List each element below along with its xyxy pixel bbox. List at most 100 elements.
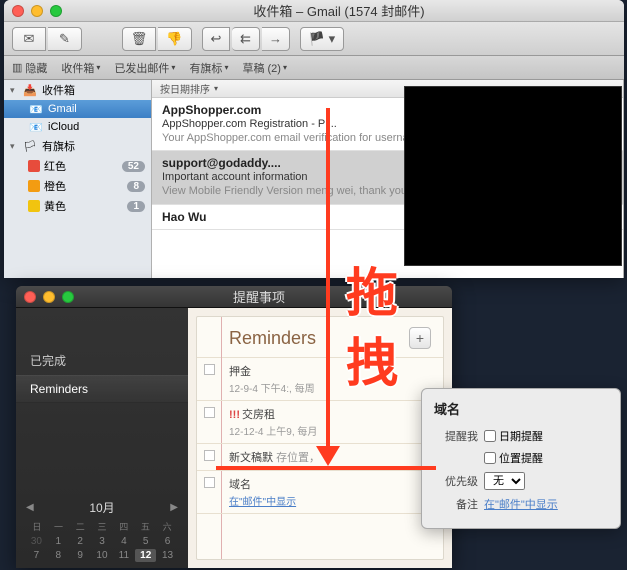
reminder-checkbox[interactable] <box>204 477 215 488</box>
disclosure-icon: ▾ <box>10 85 18 96</box>
flag-red-icon <box>28 160 40 172</box>
list-title: Reminders <box>229 328 316 349</box>
fav-sent[interactable]: 已发出邮件▾ <box>114 60 175 76</box>
sidebar-inbox[interactable]: ▾ 📥 收件箱 <box>4 80 151 100</box>
reminder-title: 域名 <box>229 476 433 492</box>
close-button[interactable] <box>12 5 24 17</box>
sidebar-label: 有旗标 <box>42 138 145 154</box>
weekday-row: 日一二三四五六 <box>26 520 178 533</box>
reply-button[interactable]: ↩ <box>202 27 230 51</box>
sidebar-flag-orange[interactable]: 橙色 8 <box>4 176 151 196</box>
close-button[interactable] <box>24 291 36 303</box>
sidebar-flag-yellow[interactable]: 黄色 1 <box>4 196 151 216</box>
reminder-item[interactable]: !!!交房租 12-12-4 上午9, 每月 <box>197 401 443 444</box>
zoom-button[interactable] <box>62 291 74 303</box>
reminder-detail-popover: 域名 提醒我 日期提醒 位置提醒 优先级 无 备注 在"邮件"中显示 <box>421 388 621 529</box>
popover-title: 域名 <box>434 399 608 418</box>
flag-button[interactable]: 🏴 ▾ <box>300 27 344 51</box>
archive-button[interactable]: 🗑 <box>122 27 156 51</box>
reminders-sidebar: 已完成 Reminders ◀ 10月 ▶ 日一二三四五六 30123456 7… <box>16 308 188 568</box>
reminder-meta: 12-12-4 上午9, 每月 <box>229 423 433 438</box>
minimize-button[interactable] <box>31 5 43 17</box>
flag-icon: 🏳 <box>22 139 38 153</box>
reminders-window: 提醒事项 已完成 Reminders ◀ 10月 ▶ 日一二三四五六 30123… <box>16 286 452 568</box>
chevron-down-icon: ▾ <box>283 63 287 72</box>
hide-icon: ▥ <box>12 61 22 74</box>
reminder-item[interactable]: 新文稿默 存位置， <box>197 444 443 471</box>
mail-window: 收件箱 – Gmail (1574 封邮件) ✉ ✎ 🗑 👎 ↩ ⇇ → 🏴 ▾… <box>4 0 624 278</box>
reminder-title: 新文稿默 存位置， <box>229 449 433 465</box>
next-month-button[interactable]: ▶ <box>170 502 178 513</box>
prev-month-button[interactable]: ◀ <box>26 502 34 513</box>
priority-label: 优先级 <box>434 473 478 489</box>
sort-label: 按日期排序 <box>160 81 210 96</box>
hide-sidebar-button[interactable]: ▥ 隐藏 <box>12 60 47 76</box>
reminders-content: Reminders + 押金 12-9-4 下午4:, 每周 !!!交房租 12… <box>188 308 452 568</box>
chevron-down-icon: ▾ <box>171 63 175 72</box>
list-completed[interactable]: 已完成 <box>16 346 188 375</box>
reminder-checkbox[interactable] <box>204 450 215 461</box>
priority-indicator: !!! <box>229 409 240 421</box>
add-reminder-button[interactable]: + <box>409 327 431 349</box>
calendar-month: 10月 <box>89 499 114 516</box>
sidebar-icloud[interactable]: 📧 iCloud <box>4 118 151 136</box>
sidebar-label: 黄色 <box>44 198 123 214</box>
reminder-title: 押金 <box>229 363 433 379</box>
chevron-down-icon: ▾ <box>214 84 218 93</box>
inbox-icon: 📥 <box>22 83 38 97</box>
sidebar-label: Gmail <box>48 103 145 115</box>
count-badge: 8 <box>127 181 145 192</box>
titlebar: 提醒事项 <box>16 286 452 308</box>
reminder-checkbox[interactable] <box>204 364 215 375</box>
sidebar-flag-red[interactable]: 红色 52 <box>4 156 151 176</box>
reminder-checkbox[interactable] <box>204 407 215 418</box>
mailbox-sidebar: ▾ 📥 收件箱 📧 Gmail 📧 iCloud ▾ 🏳 有旗标 红色 52 <box>4 80 152 278</box>
chevron-down-icon: ▾ <box>96 63 100 72</box>
location-remind-checkbox[interactable]: 位置提醒 <box>484 450 543 466</box>
mailbox-icon: 📧 <box>28 120 44 134</box>
reminders-paper: Reminders + 押金 12-9-4 下午4:, 每周 !!!交房租 12… <box>196 316 444 560</box>
traffic-lights <box>12 5 62 17</box>
fav-flagged[interactable]: 有旗标▾ <box>189 60 228 76</box>
sidebar-gmail[interactable]: 📧 Gmail <box>4 100 151 118</box>
flag-yellow-icon <box>28 200 40 212</box>
fav-inbox[interactable]: 收件箱▾ <box>61 60 100 76</box>
toolbar: ✉ ✎ 🗑 👎 ↩ ⇇ → 🏴 ▾ <box>4 22 624 56</box>
count-badge: 1 <box>127 201 145 212</box>
message-preview-pane <box>404 86 622 266</box>
sidebar-label: 橙色 <box>44 178 123 194</box>
reminder-title: !!!交房租 <box>229 406 433 422</box>
reminder-item[interactable]: 押金 12-9-4 下午4:, 每周 <box>197 358 443 401</box>
forward-button[interactable]: → <box>262 27 290 51</box>
note-label: 备注 <box>434 496 478 512</box>
minimize-button[interactable] <box>43 291 55 303</box>
get-mail-button[interactable]: ✉ <box>12 27 46 51</box>
reply-all-button[interactable]: ⇇ <box>232 27 260 51</box>
list-reminders[interactable]: Reminders <box>16 375 188 403</box>
disclosure-icon: ▾ <box>10 141 18 152</box>
sidebar-label: 红色 <box>44 158 118 174</box>
fav-drafts[interactable]: 草稿 (2)▾ <box>242 60 287 76</box>
favorites-bar: ▥ 隐藏 收件箱▾ 已发出邮件▾ 有旗标▾ 草稿 (2)▾ <box>4 56 624 80</box>
zoom-button[interactable] <box>50 5 62 17</box>
mini-calendar: ◀ 10月 ▶ 日一二三四五六 30123456 78910111213 <box>16 493 188 568</box>
flag-orange-icon <box>28 180 40 192</box>
traffic-lights <box>24 291 74 303</box>
hide-label: 隐藏 <box>25 60 47 76</box>
window-title: 提醒事项 <box>74 287 444 306</box>
date-remind-checkbox[interactable]: 日期提醒 <box>484 428 543 444</box>
remind-label: 提醒我 <box>434 428 478 444</box>
junk-button[interactable]: 👎 <box>158 27 192 51</box>
sidebar-label: iCloud <box>48 121 145 133</box>
show-in-mail-link[interactable]: 在"邮件"中显示 <box>229 493 296 508</box>
show-in-mail-link[interactable]: 在"邮件"中显示 <box>484 496 558 512</box>
sidebar-flagged[interactable]: ▾ 🏳 有旗标 <box>4 136 151 156</box>
priority-select[interactable]: 无 <box>484 472 525 490</box>
reminder-meta: 12-9-4 下午4:, 每周 <box>229 380 433 395</box>
titlebar: 收件箱 – Gmail (1574 封邮件) <box>4 0 624 22</box>
count-badge: 52 <box>122 161 145 172</box>
calendar-grid[interactable]: 30123456 78910111213 <box>26 535 178 562</box>
compose-button[interactable]: ✎ <box>48 27 82 51</box>
window-title: 收件箱 – Gmail (1574 封邮件) <box>62 1 616 20</box>
reminder-item[interactable]: 域名 在"邮件"中显示 <box>197 471 443 514</box>
